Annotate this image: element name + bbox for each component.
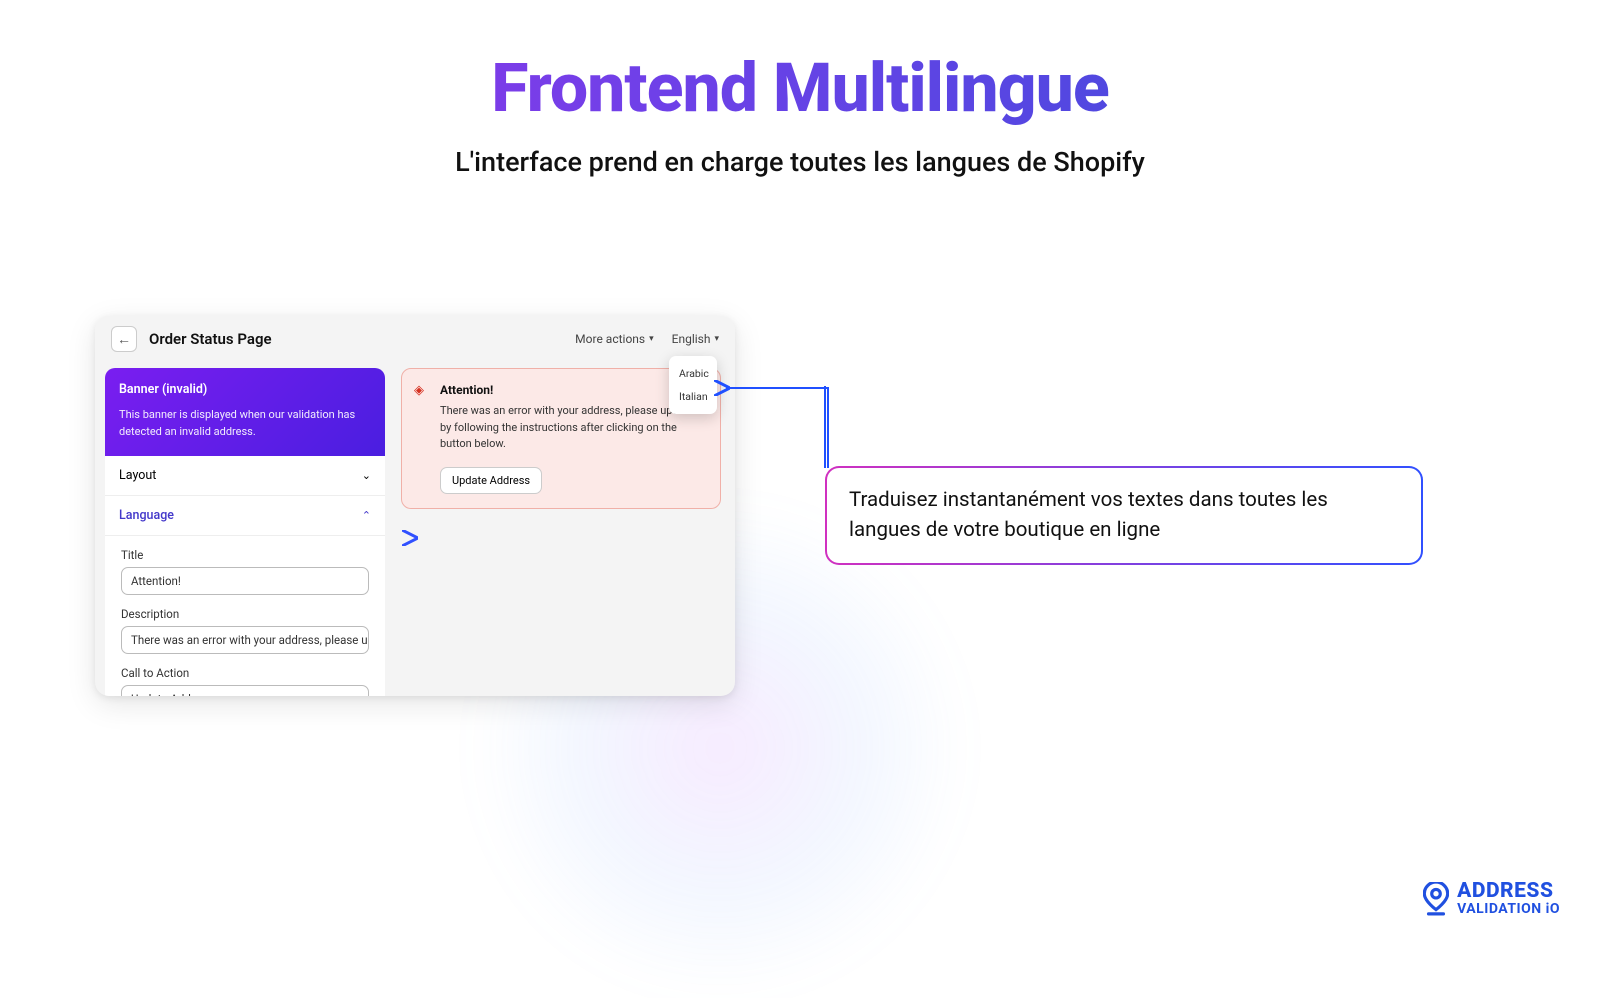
layout-section-label: Layout [119,468,156,483]
language-section-label: Language [119,508,174,523]
brand-logo: ADDRESS VALIDATION iO [1423,881,1560,916]
layout-section-toggle[interactable]: Layout ⌄ [105,456,385,496]
language-panel: Title Attention! Description There was a… [105,536,385,696]
callout-box: Traduisez instantanément vos textes dans… [825,466,1423,565]
chevron-up-icon: ⌃ [362,509,371,522]
page-title: Order Status Page [149,330,563,348]
title-field-group: Title Attention! [115,542,375,601]
pin-icon [1423,882,1449,916]
brand-line2: VALIDATION iO [1457,902,1560,916]
alert-body: There was an error with your address, pl… [440,403,706,453]
description-input[interactable]: There was an error with your address, pl… [121,626,369,654]
title-label: Title [121,548,369,562]
chevron-down-icon: ⌄ [362,469,371,482]
language-selector-label: English [672,332,711,346]
app-header: ← Order Status Page More actions ▾ Engli… [95,316,735,362]
cta-field-group: Call to Action Update Address [115,660,375,696]
hero-subtitle: L'interface prend en charge toutes les l… [0,146,1600,178]
header-actions: More actions ▾ English ▾ [575,332,719,346]
brand-line1: ADDRESS [1457,881,1560,902]
language-selector[interactable]: English ▾ [672,332,719,346]
arrow-to-dropdown-vert [820,386,830,468]
update-address-button[interactable]: Update Address [440,467,542,494]
description-field-group: Description There was an error with your… [115,601,375,660]
description-label: Description [121,607,369,621]
back-button[interactable]: ← [111,326,137,352]
chevron-down-icon: ▾ [649,334,654,344]
alert-title: Attention! [440,383,706,397]
dropdown-item-arabic[interactable]: Arabic [669,362,717,385]
cta-label: Call to Action [121,666,369,680]
hero-title: Frontend Multilingue [0,48,1600,128]
brand-text: ADDRESS VALIDATION iO [1457,881,1560,916]
more-actions-label: More actions [575,332,645,346]
callout-text: Traduisez instantanément vos textes dans… [849,488,1328,542]
arrow-to-panel [408,528,828,548]
more-actions-menu[interactable]: More actions ▾ [575,332,653,346]
arrow-to-dropdown [720,378,830,398]
title-input[interactable]: Attention! [121,567,369,595]
language-section-toggle[interactable]: Language ⌃ [105,496,385,536]
arrow-left-icon: ← [117,331,131,348]
language-dropdown: Arabic Italian [669,356,717,414]
app-window: ← Order Status Page More actions ▾ Engli… [95,316,735,696]
banner-heading: Banner (invalid) [119,382,371,397]
banner-config-card: Banner (invalid) This banner is displaye… [105,368,385,456]
cta-input[interactable]: Update Address [121,685,369,696]
chevron-down-icon: ▾ [714,334,719,344]
warning-icon: ◈ [414,383,424,398]
dropdown-item-italian[interactable]: Italian [669,385,717,408]
left-panel: Banner (invalid) This banner is displaye… [95,362,395,696]
banner-description: This banner is displayed when our valida… [119,407,371,440]
